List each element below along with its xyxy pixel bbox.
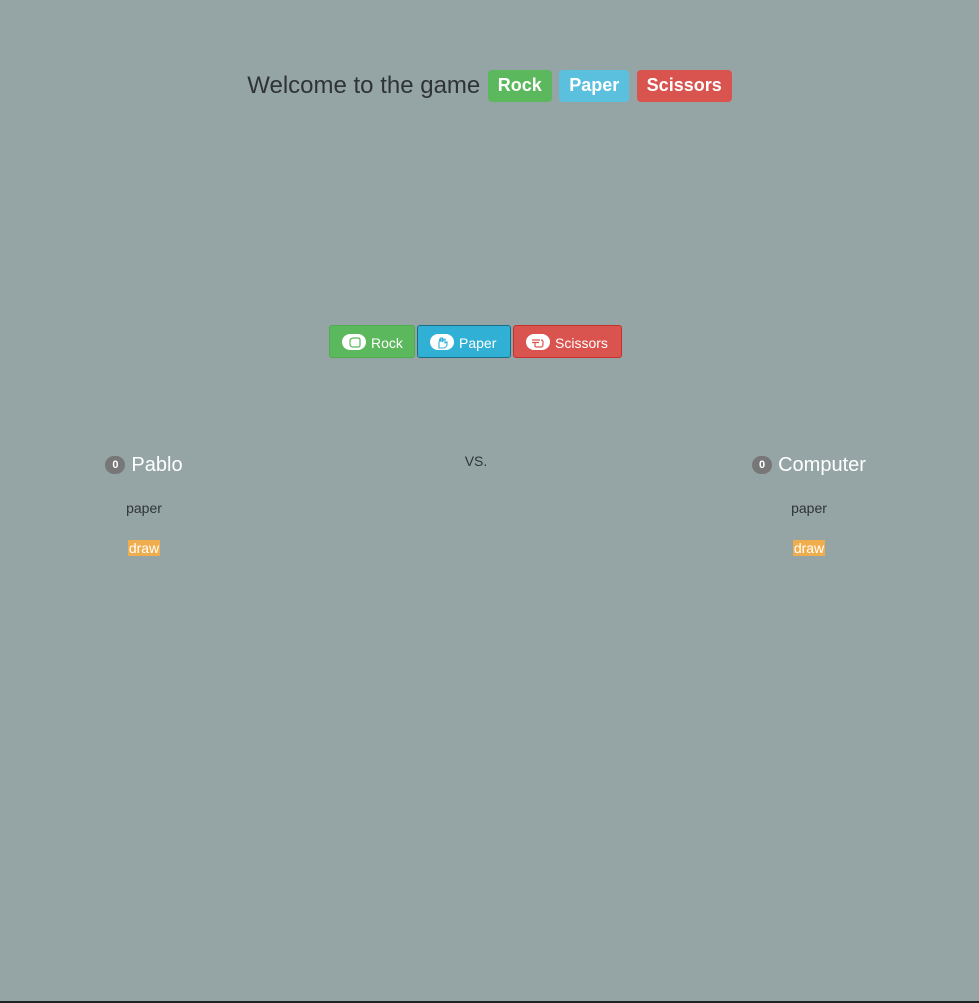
versus-text: VS. xyxy=(464,453,488,469)
computer-result: draw xyxy=(792,540,826,556)
title-row: Welcome to the game Rock Paper Scissors xyxy=(0,70,979,102)
computer-choice: paper xyxy=(791,500,827,516)
scissors-button[interactable]: Scissors xyxy=(513,325,622,358)
player-name: Pablo xyxy=(131,454,183,476)
paper-button-label: Paper xyxy=(459,334,497,351)
computer-name: Computer xyxy=(778,454,866,476)
paper-button[interactable]: Paper xyxy=(417,325,511,358)
player-panel-pablo: 0 Pablo paper draw xyxy=(44,452,244,558)
computer-name-row: 0 Computer xyxy=(709,452,909,478)
welcome-title: Welcome to the game xyxy=(247,72,481,99)
rock-button[interactable]: Rock xyxy=(329,325,415,358)
player-panel-computer: 0 Computer paper draw xyxy=(709,452,909,558)
hand-rock-icon xyxy=(342,334,366,351)
hand-scissors-icon xyxy=(526,334,550,351)
player-result: draw xyxy=(127,540,161,556)
choice-button-group: Rock Paper Scissors xyxy=(329,325,629,358)
player-name-row: 0 Pablo xyxy=(44,452,244,478)
rock-title-label: Rock xyxy=(487,70,552,102)
scissors-button-label: Scissors xyxy=(555,334,608,351)
player-choice: paper xyxy=(126,500,162,516)
computer-score-badge: 0 xyxy=(752,455,773,474)
rock-button-label: Rock xyxy=(371,334,403,351)
hand-paper-icon xyxy=(430,334,454,351)
player-score-badge: 0 xyxy=(105,455,126,474)
scissors-title-label: Scissors xyxy=(636,70,732,102)
paper-title-label: Paper xyxy=(559,70,630,102)
